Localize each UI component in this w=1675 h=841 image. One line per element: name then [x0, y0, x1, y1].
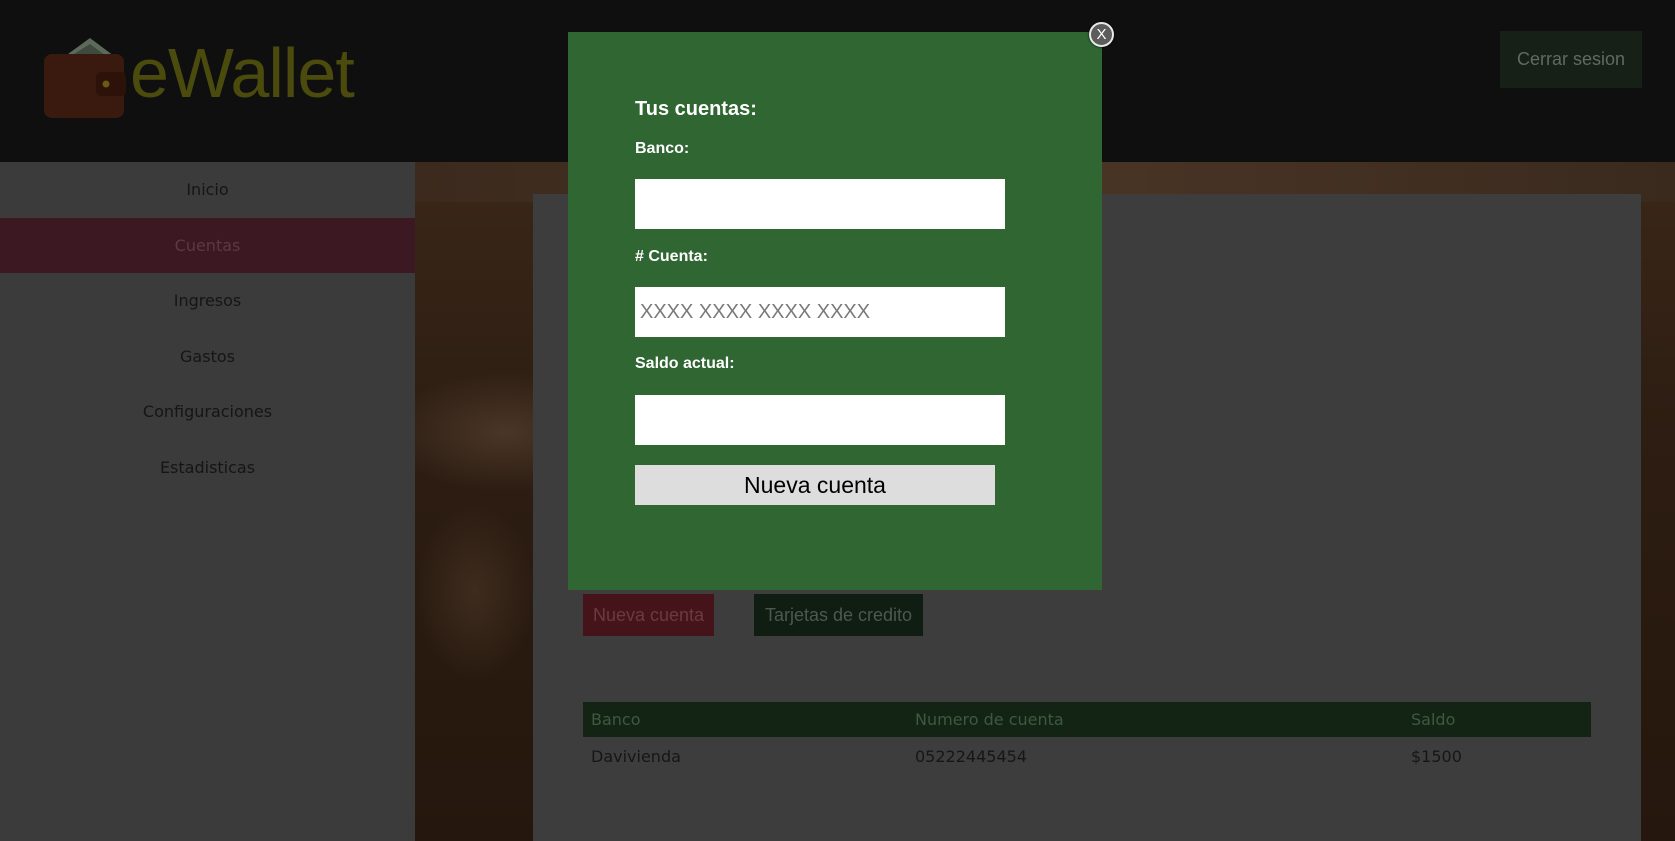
sidebar-item-estadisticas[interactable]: Estadisticas [0, 440, 415, 496]
cell-bank: Davivienda [591, 746, 681, 766]
balance-input[interactable] [635, 395, 1005, 445]
accounts-table: Banco Numero de cuenta Saldo Davivienda … [583, 702, 1591, 775]
sidebar-item-gastos[interactable]: Gastos [0, 329, 415, 385]
cell-balance: $1500 [1411, 746, 1462, 766]
logout-button[interactable]: Cerrar sesion [1500, 31, 1642, 88]
cell-account-number: 05222445454 [915, 746, 1027, 766]
sidebar: Inicio Cuentas Ingresos Gastos Configura… [0, 162, 415, 841]
sidebar-item-cuentas[interactable]: Cuentas [0, 217, 415, 273]
sidebar-item-inicio[interactable]: Inicio [0, 162, 415, 218]
sidebar-item-configuraciones[interactable]: Configuraciones [0, 384, 415, 440]
table-header: Banco Numero de cuenta Saldo [583, 702, 1591, 737]
balance-label: Saldo actual: [635, 355, 735, 372]
account-number-label: # Cuenta: [635, 248, 708, 265]
modal-title: Tus cuentas: [635, 98, 757, 120]
new-account-modal: Tus cuentas: Banco: # Cuenta: Saldo actu… [568, 32, 1102, 590]
header-bank: Banco [591, 710, 641, 729]
new-account-button[interactable]: Nueva cuenta [583, 594, 714, 636]
logo-text: eWallet [130, 34, 355, 112]
bank-label: Banco: [635, 140, 690, 157]
close-icon[interactable]: X [1089, 22, 1114, 47]
account-number-input[interactable] [635, 287, 1005, 337]
credit-cards-button[interactable]: Tarjetas de credito [754, 594, 923, 636]
header-balance: Saldo [1411, 710, 1456, 729]
table-row: Davivienda 05222445454 $1500 [583, 737, 1591, 775]
logo[interactable]: eWallet [42, 32, 362, 122]
sidebar-item-ingresos[interactable]: Ingresos [0, 273, 415, 329]
submit-new-account-button[interactable]: Nueva cuenta [635, 465, 995, 505]
header-account-number: Numero de cuenta [915, 710, 1064, 729]
bank-input[interactable] [635, 179, 1005, 229]
wallet-icon [44, 38, 126, 118]
